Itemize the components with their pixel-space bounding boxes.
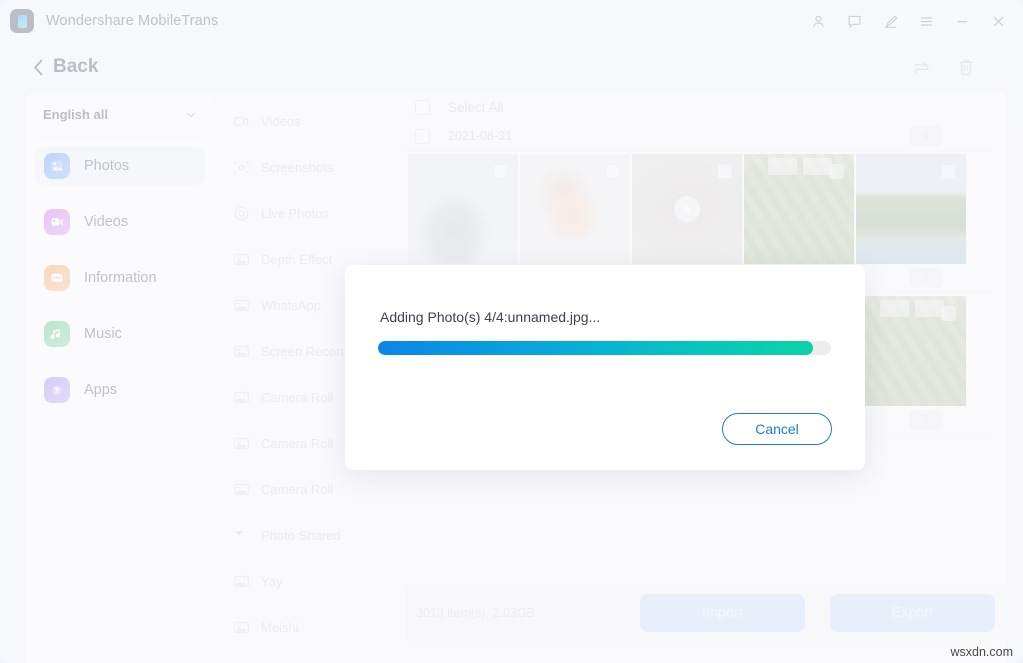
progress-dialog: Adding Photo(s) 4/4:unnamed.jpg... Cance…: [345, 265, 865, 470]
cancel-button[interactable]: Cancel: [722, 413, 832, 445]
progress-message: Adding Photo(s) 4/4:unnamed.jpg...: [380, 309, 601, 325]
watermark: wsxdn.com: [950, 645, 1013, 659]
progress-bar-fill: [378, 341, 813, 355]
progress-bar-track: [378, 341, 831, 355]
app-window: Wondershare MobileTrans: [0, 0, 1023, 663]
